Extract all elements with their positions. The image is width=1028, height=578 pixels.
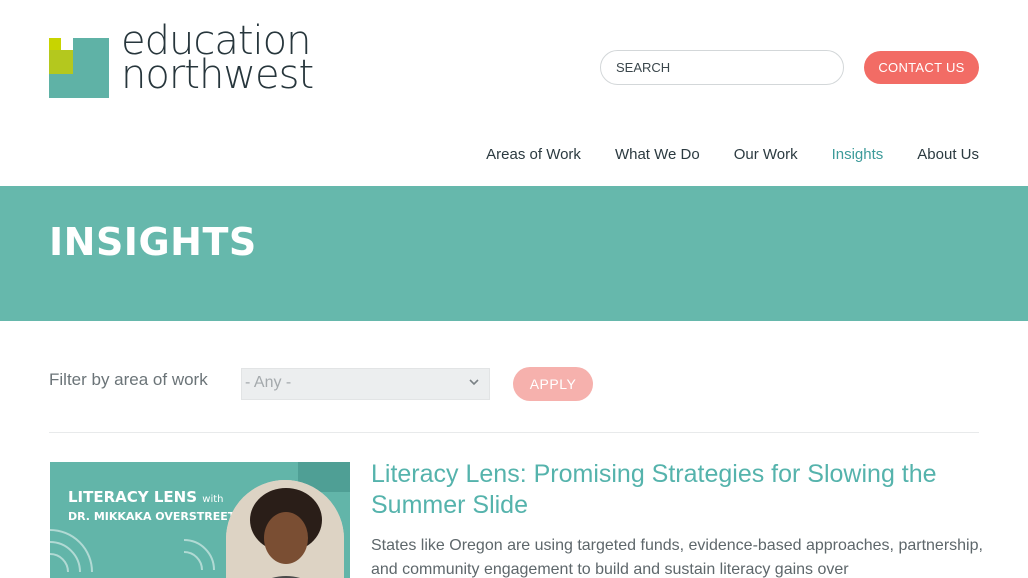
logo-line-2: northwest (121, 52, 314, 98)
thumbnail-title-text: LITERACY LENS (68, 488, 198, 506)
site-logo[interactable]: education northwest (49, 21, 314, 100)
logo-wordmark: education northwest (121, 21, 314, 98)
sound-waves-right-icon (183, 539, 215, 571)
thumbnail-subtitle: DR. MIKKAKA OVERSTREET (68, 510, 236, 523)
thumbnail-title: LITERACY LENS with (68, 488, 223, 506)
page-banner: INSIGHTS (0, 186, 1028, 321)
divider (49, 432, 979, 433)
thumbnail-with-text: with (202, 494, 224, 505)
select-value: - Any - (245, 374, 292, 391)
nav-item-about-us[interactable]: About Us (917, 146, 979, 163)
nav-item-areas-of-work[interactable]: Areas of Work (486, 146, 581, 163)
article-description: States like Oregon are using targeted fu… (371, 537, 983, 578)
speaker-photo (226, 480, 344, 578)
main-nav: Areas of Work What We Do Our Work Insigh… (452, 146, 979, 163)
page-title: INSIGHTS (49, 220, 257, 264)
sound-waves-icon (50, 529, 93, 573)
nav-item-our-work[interactable]: Our Work (734, 146, 798, 163)
contact-us-button[interactable]: CONTACT US (864, 51, 979, 84)
filter-label: Filter by area of work (49, 370, 208, 389)
chevron-down-icon (469, 379, 479, 386)
site-header: education northwest CONTACT US Areas of … (0, 0, 1028, 186)
nav-item-what-we-do[interactable]: What We Do (615, 146, 700, 163)
article-title-link[interactable]: Literacy Lens: Promising Strategies for … (371, 459, 981, 521)
article-thumbnail[interactable]: LITERACY LENS with DR. MIKKAKA OVERSTREE… (50, 462, 350, 578)
nav-item-insights[interactable]: Insights (832, 146, 884, 163)
apply-button[interactable]: APPLY (513, 367, 593, 401)
logo-mark-icon (49, 38, 109, 98)
area-of-work-select[interactable]: - Any - (241, 368, 490, 400)
search-input[interactable] (600, 50, 844, 85)
